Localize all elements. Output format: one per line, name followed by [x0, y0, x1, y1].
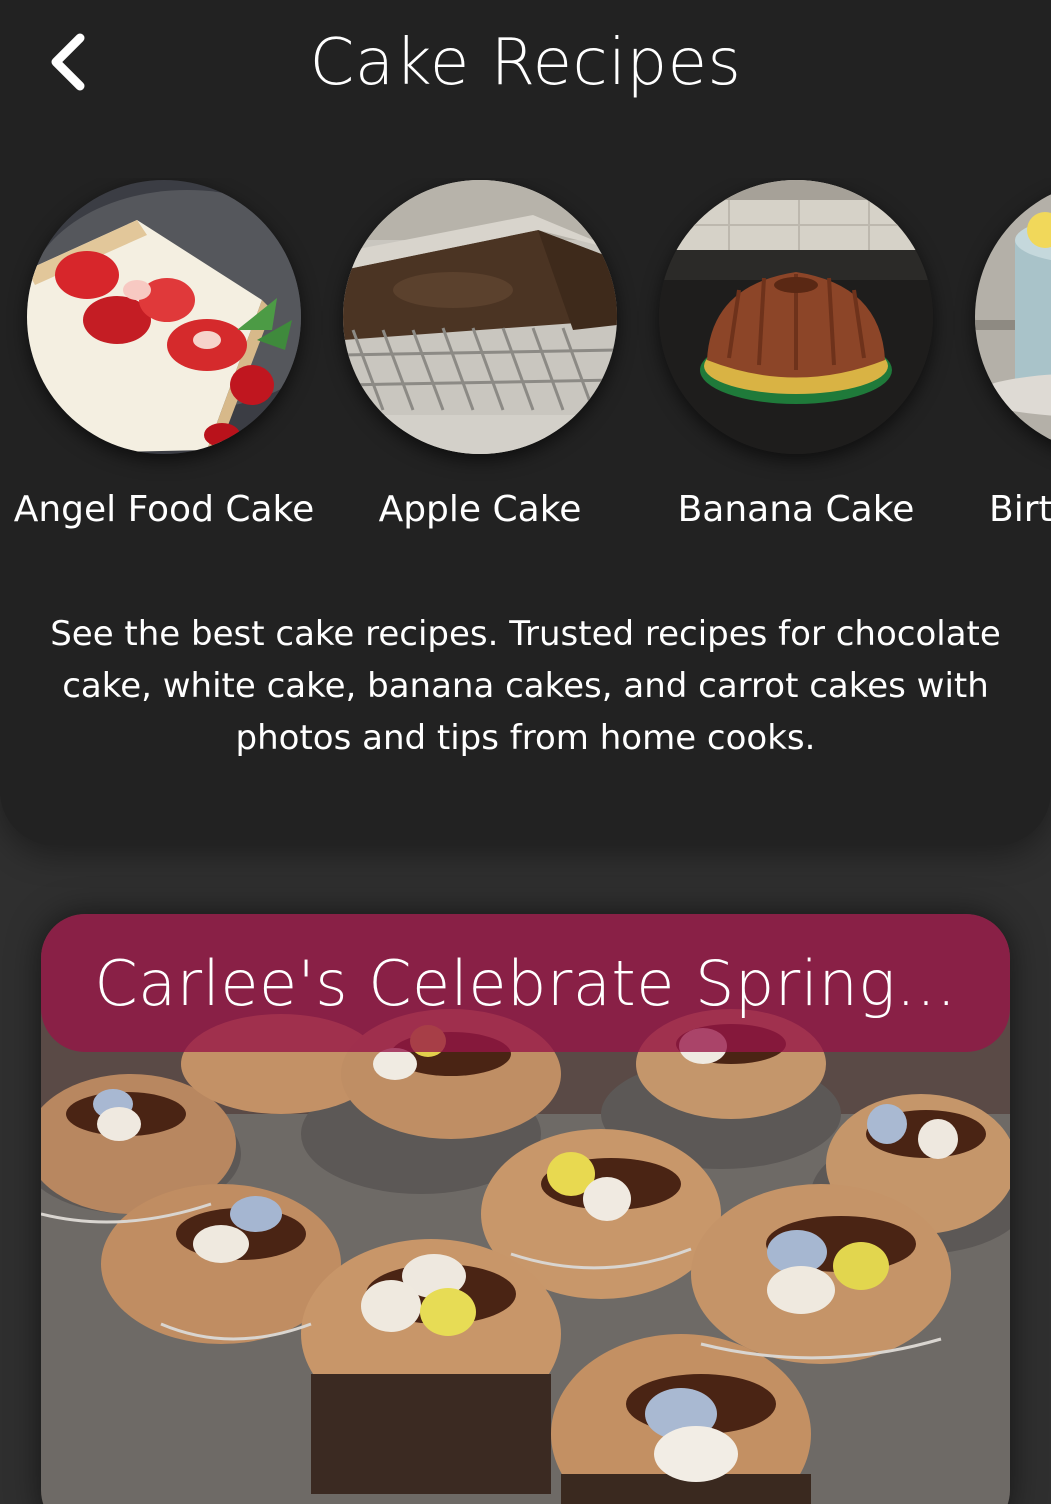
category-image [975, 180, 1051, 454]
featured-recipe-card[interactable]: Carlee's Celebrate Spring... [41, 914, 1010, 1504]
category-label: Apple Cake [378, 489, 582, 530]
page-title: Cake Recipes [309, 26, 742, 100]
featured-recipe-title: Carlee's Celebrate Spring... [94, 946, 957, 1020]
category-description: See the best cake recipes. Trusted recip… [50, 614, 1001, 758]
category-label: Angel Food Cake [13, 489, 315, 530]
category-image [27, 180, 301, 454]
category-image [659, 180, 933, 454]
category-label: Birt [989, 489, 1051, 530]
category-label: Banana Cake [677, 489, 915, 530]
recipes-page: Cake Recipes Angel Food Cake Apple Cake … [0, 0, 1051, 1504]
featured-title-bar: Carlee's Celebrate Spring... [41, 914, 1010, 1052]
category-image [343, 180, 617, 454]
category-carousel[interactable]: Angel Food Cake Apple Cake Banana Cake B… [0, 178, 1051, 598]
category-header-panel: Cake Recipes Angel Food Cake Apple Cake … [0, 0, 1051, 845]
